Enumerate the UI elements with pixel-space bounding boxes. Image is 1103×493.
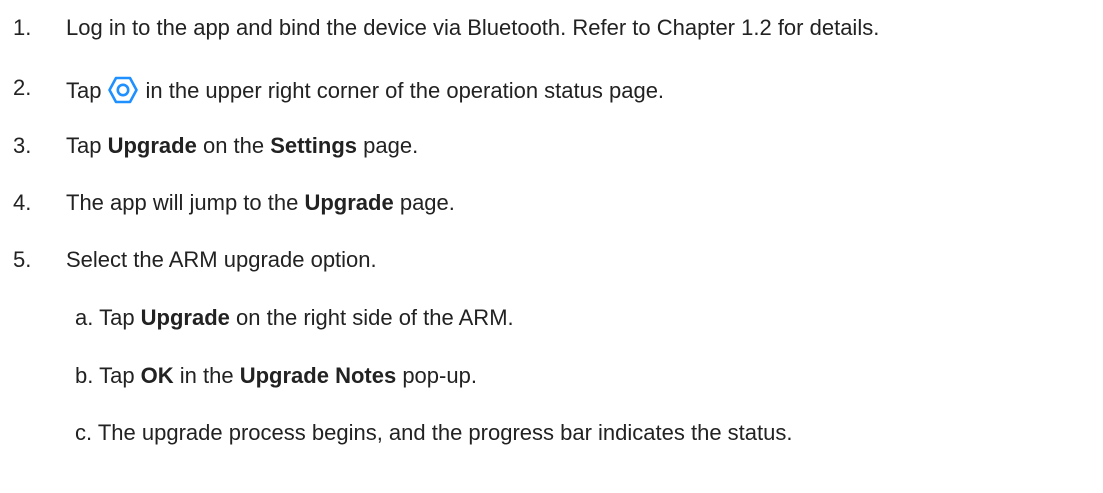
emphasis-upgrade: Upgrade: [304, 190, 394, 215]
substep-text: b. Tap OK in the Upgrade Notes pop-up.: [75, 363, 477, 389]
text-run: on the: [196, 133, 271, 158]
settings-hexagon-icon: [108, 75, 139, 105]
text-run: Tap: [66, 133, 108, 158]
emphasis-upgrade: Upgrade: [107, 133, 197, 158]
emphasis-settings: Settings: [270, 133, 358, 158]
text-run: page.: [393, 190, 455, 215]
emphasis-upgrade: Upgrade: [140, 305, 230, 330]
text-run: page.: [357, 133, 419, 158]
step-number: 4.: [13, 190, 32, 215]
step-number: 1.: [13, 15, 32, 40]
text-run: Tap: [99, 305, 141, 330]
text-run: in the: [173, 363, 240, 388]
text-run: The upgrade process begins, and the prog…: [97, 420, 793, 445]
text-run: on the right side of the ARM.: [229, 305, 514, 330]
step-text: Tap Upgrade on the Settings page.: [66, 133, 418, 159]
step-text-after-icon: in the upper right corner of the operati…: [145, 78, 665, 103]
substep-label: b.: [75, 363, 94, 388]
step-number: 2.: [13, 75, 32, 100]
step-text: Select the ARM upgrade option.: [66, 247, 377, 272]
step-text: Log in to the app and bind the device vi…: [66, 15, 880, 40]
step-number: 3.: [13, 133, 32, 158]
text-run: Tap: [99, 363, 141, 388]
step-text-before-icon: Tap: [66, 78, 102, 103]
substep-label: a.: [75, 305, 94, 330]
substep-text: a. Tap Upgrade on the right side of the …: [75, 305, 514, 331]
text-run: The app will jump to the: [66, 190, 305, 215]
substep-label: c.: [75, 420, 93, 445]
text-run: pop-up.: [396, 363, 477, 388]
step-text: The app will jump to the Upgrade page.: [66, 190, 455, 216]
emphasis-ok: OK: [140, 363, 174, 388]
step-text: Tap in the upper right corner of the ope…: [66, 75, 664, 105]
step-number: 5.: [13, 247, 32, 272]
emphasis-upgrade-notes: Upgrade Notes: [239, 363, 397, 388]
substep-text: c. The upgrade process begins, and the p…: [75, 420, 793, 446]
